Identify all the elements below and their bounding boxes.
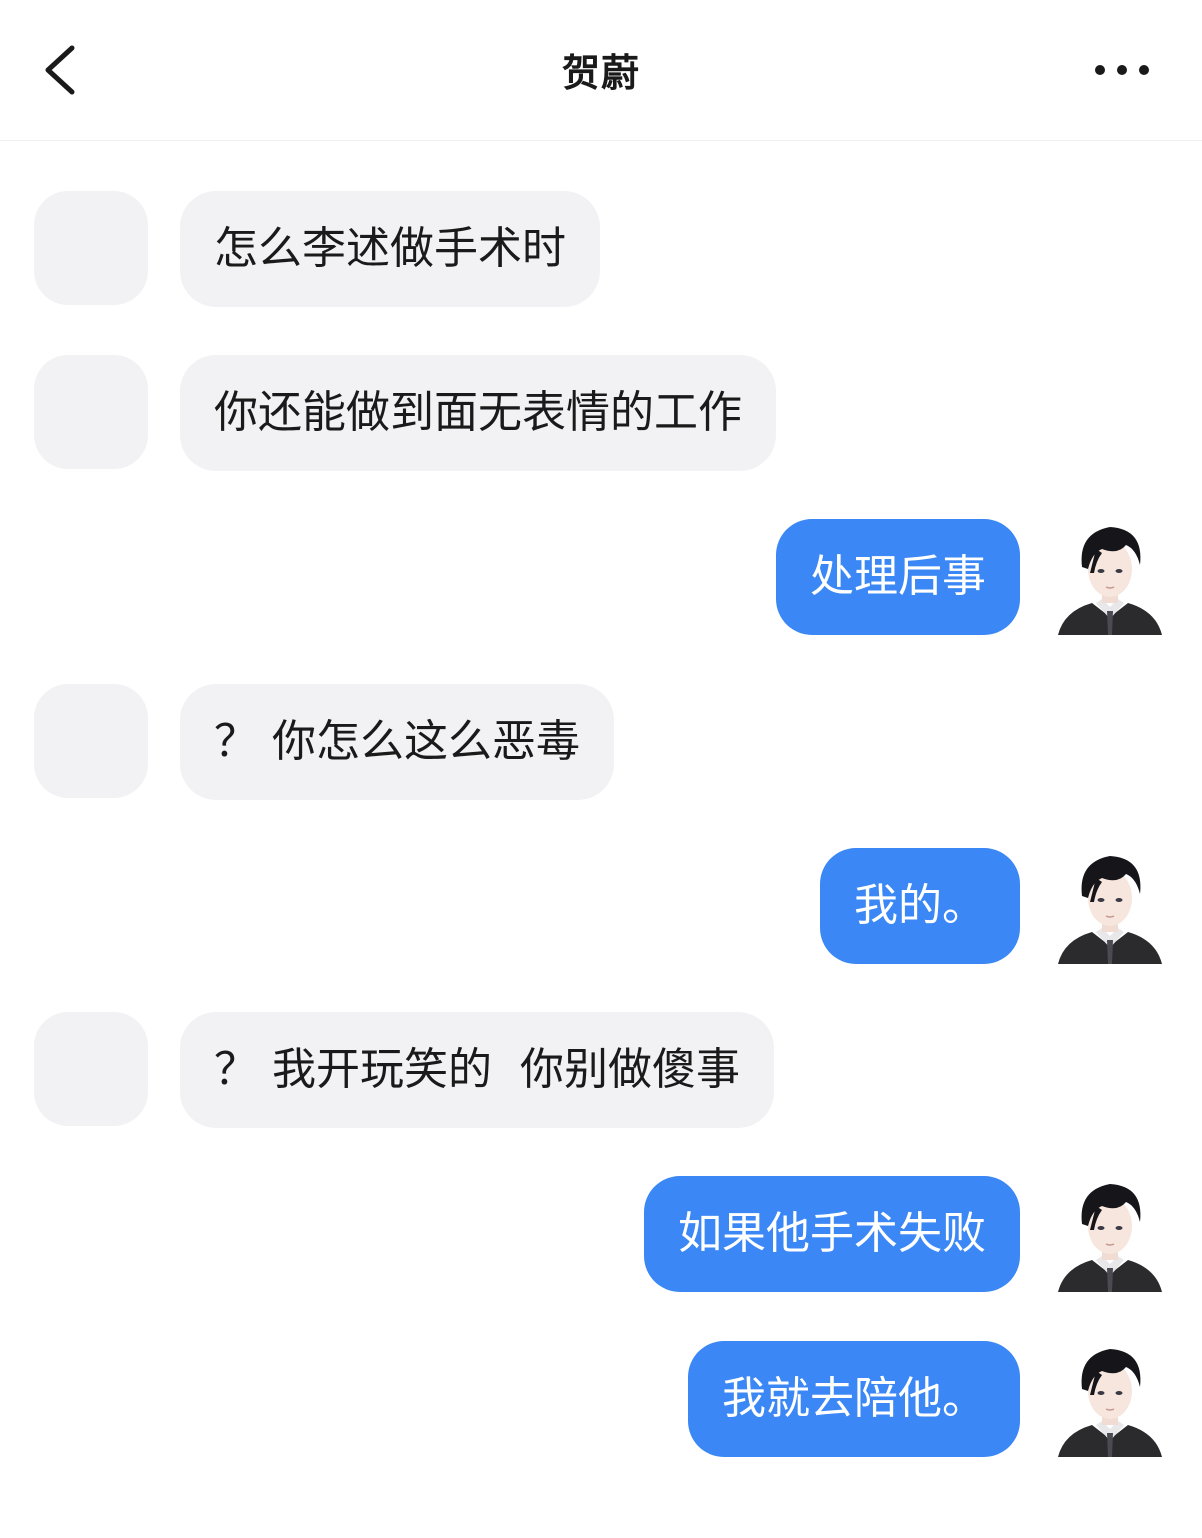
message-row-outgoing: 处理后事	[0, 519, 1202, 635]
contact-avatar[interactable]	[34, 684, 148, 798]
user-avatar[interactable]	[1052, 1176, 1168, 1292]
message-row-incoming: ？ 我开玩笑的 你别做傻事	[0, 1012, 1202, 1128]
incoming-message-bubble[interactable]: 怎么李述做手术时	[180, 191, 600, 307]
anime-boy-avatar-icon	[1058, 1184, 1162, 1292]
more-options-button[interactable]	[1082, 40, 1162, 100]
user-avatar[interactable]	[1052, 519, 1168, 635]
message-row-incoming: ？ 你怎么这么恶毒	[0, 684, 1202, 800]
message-row-outgoing: 我的。	[0, 848, 1202, 964]
message-row-outgoing: 我就去陪他。	[0, 1341, 1202, 1457]
message-row-outgoing: 如果他手术失败	[0, 1176, 1202, 1292]
incoming-message-bubble[interactable]: ？ 你怎么这么恶毒	[180, 684, 614, 800]
message-row-incoming: 怎么李述做手术时	[0, 191, 1202, 307]
more-horizontal-icon	[1095, 65, 1149, 75]
anime-boy-avatar-icon	[1058, 527, 1162, 635]
message-row-incoming: 你还能做到面无表情的工作	[0, 355, 1202, 471]
outgoing-message-bubble[interactable]: 如果他手术失败	[644, 1176, 1020, 1292]
chat-title: 贺蔚	[561, 51, 640, 95]
incoming-message-bubble[interactable]: ？ 我开玩笑的 你别做傻事	[180, 1012, 774, 1128]
outgoing-message-bubble[interactable]: 我就去陪他。	[688, 1341, 1020, 1457]
contact-avatar[interactable]	[34, 1012, 148, 1126]
anime-boy-avatar-icon	[1058, 1349, 1162, 1457]
contact-avatar[interactable]	[34, 191, 148, 305]
user-avatar[interactable]	[1052, 848, 1168, 964]
incoming-message-bubble[interactable]: 你还能做到面无表情的工作	[180, 355, 776, 471]
user-avatar[interactable]	[1052, 1341, 1168, 1457]
top-bar: 贺蔚	[0, 0, 1202, 141]
outgoing-message-bubble[interactable]: 我的。	[820, 848, 1020, 964]
anime-boy-avatar-icon	[1058, 856, 1162, 964]
contact-avatar[interactable]	[34, 355, 148, 469]
outgoing-message-bubble[interactable]: 处理后事	[776, 519, 1020, 635]
